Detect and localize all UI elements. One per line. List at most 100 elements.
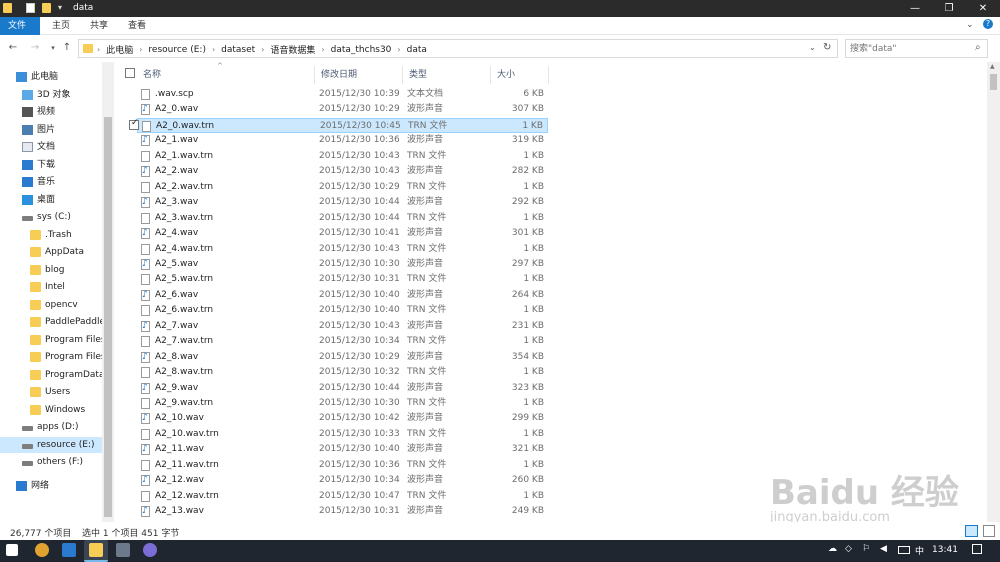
file-row[interactable]: A2_3.wav 2015/12/30 10:44 波形声音 292 KB [137, 195, 548, 210]
scroll-up-icon[interactable]: ▲ [990, 63, 995, 70]
details-view-icon[interactable] [965, 525, 978, 537]
search-icon[interactable]: ⌕ [975, 42, 981, 53]
network-tray-icon[interactable]: ◇ [845, 544, 852, 554]
battery-icon[interactable] [898, 546, 910, 554]
sidebar-item[interactable]: resource (E:) [0, 436, 102, 453]
file-row[interactable]: A2_10.wav 2015/12/30 10:42 波形声音 299 KB [137, 411, 548, 426]
file-row[interactable]: A2_6.wav 2015/12/30 10:40 波形声音 264 KB [137, 288, 548, 303]
tab-file[interactable]: 文件 [0, 17, 40, 35]
sidebar-item[interactable]: Intel [0, 279, 102, 295]
address-bar[interactable]: › 此电脑 › resource (E:) › dataset › 语音数据集 … [78, 39, 838, 58]
file-row[interactable]: A2_12.wav 2015/12/30 10:34 波形声音 260 KB [137, 473, 548, 488]
file-row[interactable]: A2_12.wav.trn 2015/12/30 10:47 TRN 文件 1 KB [137, 489, 548, 504]
file-row[interactable]: A2_1.wav 2015/12/30 10:36 波形声音 319 KB [137, 133, 548, 148]
file-row[interactable]: A2_3.wav.trn 2015/12/30 10:44 TRN 文件 1 KB [137, 211, 548, 226]
chevron-down-icon[interactable]: ⌄ [809, 43, 816, 52]
row-checkbox[interactable] [129, 118, 139, 130]
sidebar-item[interactable]: Program Files [0, 349, 102, 365]
file-list-scrollbar[interactable]: ▲ [987, 62, 1000, 522]
input-method-icon[interactable]: 中 [915, 544, 924, 557]
file-row[interactable]: A2_10.wav.trn 2015/12/30 10:33 TRN 文件 1 KB [137, 427, 548, 442]
new-folder-icon[interactable] [42, 3, 51, 13]
sidebar-item[interactable]: 视频 [0, 104, 102, 120]
sidebar-item[interactable]: 此电脑 [0, 69, 102, 85]
select-all-checkbox[interactable] [125, 68, 135, 78]
file-row[interactable]: A2_0.wav 2015/12/30 10:29 波形声音 307 KB [137, 102, 548, 117]
file-row[interactable]: A2_4.wav 2015/12/30 10:41 波形声音 301 KB [137, 226, 548, 241]
chevron-down-icon[interactable]: ▾ [58, 3, 67, 13]
sidebar-item[interactable]: AppData [0, 244, 102, 260]
properties-icon[interactable] [26, 3, 35, 13]
tab-home[interactable]: 主页 [44, 17, 78, 35]
column-header-date[interactable]: 修改日期 [315, 66, 403, 84]
app-icon[interactable] [143, 543, 157, 557]
breadcrumb-item[interactable]: data [407, 45, 427, 55]
recent-locations-icon[interactable]: ▾ [46, 41, 60, 55]
file-row[interactable]: A2_7.wav.trn 2015/12/30 10:34 TRN 文件 1 KB [137, 334, 548, 349]
file-row[interactable]: A2_9.wav.trn 2015/12/30 10:30 TRN 文件 1 KB [137, 396, 548, 411]
windows-start-icon[interactable] [6, 544, 18, 556]
sidebar-item[interactable]: ProgramData [0, 367, 102, 383]
refresh-icon[interactable]: ↻ [823, 42, 831, 53]
breadcrumb-item[interactable]: data_thchs30 [331, 45, 392, 55]
scrollbar-thumb[interactable] [990, 74, 997, 90]
file-row[interactable]: A2_7.wav 2015/12/30 10:43 波形声音 231 KB [137, 319, 548, 334]
file-row[interactable]: A2_8.wav 2015/12/30 10:29 波形声音 354 KB [137, 350, 548, 365]
sidebar-item[interactable]: 网络 [0, 478, 102, 494]
sidebar-item[interactable]: 3D 对象 [0, 87, 102, 103]
maximize-button[interactable]: ❐ [932, 0, 966, 17]
notification-tray-icon[interactable]: ⚐ [862, 544, 870, 554]
sidebar-item[interactable]: PaddlePaddle [0, 314, 102, 330]
breadcrumb-item[interactable]: resource (E:) [148, 45, 206, 55]
scrollbar-thumb[interactable] [104, 117, 112, 517]
column-header-size[interactable]: 大小 [491, 66, 549, 84]
file-row[interactable]: A2_4.wav.trn 2015/12/30 10:43 TRN 文件 1 KB [137, 242, 548, 257]
breadcrumb-item[interactable]: 语音数据集 [270, 43, 315, 56]
sidebar-item[interactable]: Program Files [0, 332, 102, 348]
back-button[interactable]: ← [6, 41, 20, 55]
file-row[interactable]: A2_5.wav.trn 2015/12/30 10:31 TRN 文件 1 KB [137, 272, 548, 287]
sidebar-item[interactable]: 桌面 [0, 192, 102, 208]
sidebar-item[interactable]: 文档 [0, 139, 102, 155]
forward-button[interactable]: → [28, 41, 42, 55]
sidebar-item[interactable]: .Trash [0, 227, 102, 243]
volume-icon[interactable]: ◀ [880, 544, 887, 554]
cloud-icon[interactable]: ☁ [828, 544, 837, 554]
breadcrumb-item[interactable]: dataset [221, 45, 255, 55]
file-row[interactable]: A2_9.wav 2015/12/30 10:44 波形声音 323 KB [137, 381, 548, 396]
sidebar-item[interactable]: apps (D:) [0, 419, 102, 435]
file-row[interactable]: A2_6.wav.trn 2015/12/30 10:40 TRN 文件 1 KB [137, 303, 548, 318]
minimize-button[interactable]: — [898, 0, 932, 17]
tab-view[interactable]: 查看 [120, 17, 154, 35]
tab-share[interactable]: 共享 [82, 17, 116, 35]
file-row[interactable]: A2_8.wav.trn 2015/12/30 10:32 TRN 文件 1 KB [137, 365, 548, 380]
sidebar-item[interactable]: Windows [0, 402, 102, 418]
file-row[interactable]: A2_0.wav.trn 2015/12/30 10:45 TRN 文件 1 KB [137, 117, 548, 133]
file-row[interactable]: A2_2.wav.trn 2015/12/30 10:29 TRN 文件 1 KB [137, 180, 548, 195]
breadcrumb-item[interactable]: 此电脑 [106, 43, 133, 56]
column-header-type[interactable]: 类型 [403, 66, 491, 84]
up-button[interactable]: ↑ [60, 41, 74, 55]
sidebar-item[interactable]: 下载 [0, 157, 102, 173]
file-row[interactable]: A2_11.wav 2015/12/30 10:40 波形声音 321 KB [137, 442, 548, 457]
file-row[interactable]: A2_5.wav 2015/12/30 10:30 波形声音 297 KB [137, 257, 548, 272]
large-icons-view-icon[interactable] [983, 525, 995, 537]
app-icon[interactable] [116, 543, 130, 557]
search-input[interactable] [850, 42, 970, 55]
search-box[interactable]: ⌕ [845, 39, 988, 58]
sidebar-item[interactable]: Users [0, 384, 102, 400]
sidebar-scrollbar[interactable] [102, 62, 114, 522]
help-icon[interactable]: ? [983, 19, 993, 29]
file-row[interactable]: A2_2.wav 2015/12/30 10:43 波形声音 282 KB [137, 164, 548, 179]
file-row[interactable]: A2_11.wav.trn 2015/12/30 10:36 TRN 文件 1 KB [137, 458, 548, 473]
sidebar-item[interactable]: blog [0, 262, 102, 278]
sidebar-item[interactable]: others (F:) [0, 454, 102, 470]
sidebar-item[interactable]: sys (C:) [0, 209, 102, 225]
expand-ribbon-icon[interactable]: ⌄ [966, 20, 974, 30]
clock[interactable]: 13:41 [932, 545, 958, 555]
sidebar-item[interactable]: 音乐 [0, 174, 102, 190]
file-row[interactable]: A2_13.wav 2015/12/30 10:31 波形声音 249 KB [137, 504, 548, 519]
vscode-icon[interactable] [62, 543, 76, 557]
action-center-icon[interactable] [972, 544, 982, 554]
sidebar-item[interactable]: 图片 [0, 122, 102, 138]
